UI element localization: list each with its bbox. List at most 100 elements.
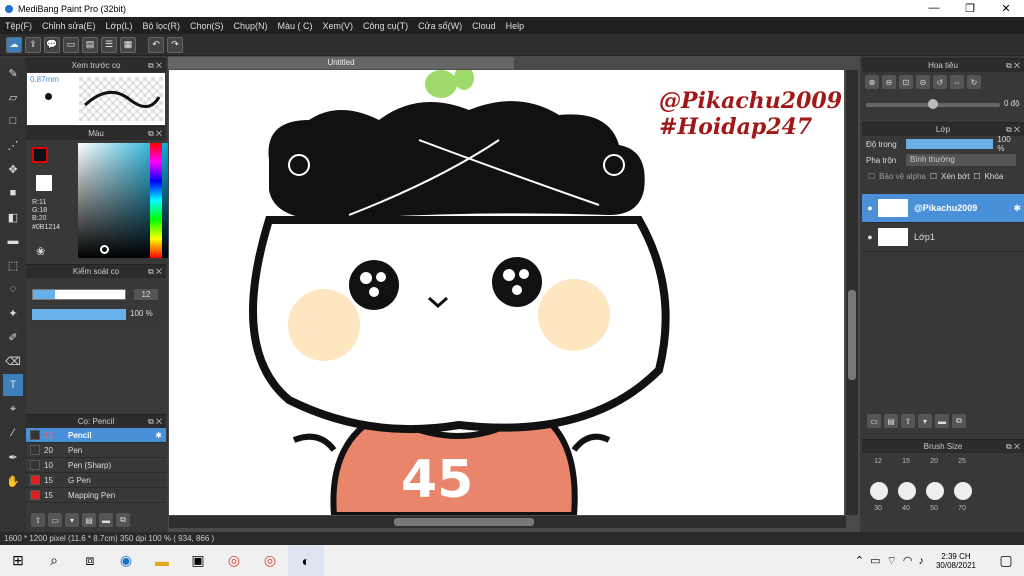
share-icon[interactable]: ⇪ bbox=[25, 36, 41, 53]
brush-size-preset[interactable]: 30 bbox=[864, 505, 892, 529]
palette-icon[interactable]: ❀ bbox=[36, 245, 45, 258]
layer-export-icon[interactable]: ⇪ bbox=[901, 414, 915, 428]
undo-icon[interactable]: ↶ bbox=[148, 36, 164, 53]
gradient-tool-icon[interactable]: ▬ bbox=[3, 230, 23, 252]
gear-icon[interactable]: ✱ bbox=[1013, 203, 1021, 214]
brush-item-g-pen[interactable]: 15 G Pen bbox=[26, 473, 166, 488]
brush-item-pencil[interactable]: 12 Pencil ✱ bbox=[26, 428, 166, 443]
menu-file[interactable]: Tệp(F) bbox=[0, 21, 37, 31]
menu-filter[interactable]: Bộ lọc(R) bbox=[137, 21, 185, 31]
add-brush-icon[interactable]: ⇧ bbox=[31, 513, 45, 527]
dropper-tool-icon[interactable]: ⁄ bbox=[3, 422, 23, 444]
operation-tool-icon[interactable]: ⌖ bbox=[3, 398, 23, 420]
menu-help[interactable]: Help bbox=[501, 21, 530, 31]
chrome-icon[interactable]: ◎ bbox=[216, 545, 252, 576]
brush-size-preset[interactable]: 70 bbox=[948, 505, 976, 529]
layer-opacity-slider[interactable] bbox=[905, 139, 994, 149]
brush-dot-30[interactable] bbox=[870, 482, 888, 500]
layer-row-lop1[interactable]: ● Lớp1 bbox=[862, 223, 1024, 252]
wifi-icon[interactable]: ◠ bbox=[903, 554, 913, 567]
fit-icon[interactable]: ⊡ bbox=[899, 75, 913, 89]
brush-size-preset[interactable]: 40 bbox=[892, 505, 920, 529]
select-eraser-tool-icon[interactable]: ⌫ bbox=[3, 350, 23, 372]
chrome-profile-icon[interactable]: ◎ bbox=[252, 545, 288, 576]
layer-duplicate-icon[interactable]: ⧉ bbox=[952, 414, 966, 428]
edge-icon[interactable]: ◉ bbox=[108, 545, 144, 576]
brush-size-preset[interactable]: 20 bbox=[920, 458, 948, 482]
eye-icon[interactable]: ● bbox=[862, 203, 878, 213]
flip-icon[interactable]: ⇔ bbox=[950, 75, 964, 89]
cloud-icon[interactable]: ☁ bbox=[6, 36, 22, 53]
brush-opacity-slider[interactable] bbox=[32, 309, 126, 320]
brush-dot-50[interactable] bbox=[926, 482, 944, 500]
gear-icon[interactable]: ✱ bbox=[155, 431, 162, 440]
menu-layer[interactable]: Lớp(L) bbox=[101, 21, 138, 31]
zoom-in-icon[interactable]: ⊕ bbox=[865, 75, 879, 89]
zoom-out-icon[interactable]: ⊖ bbox=[882, 75, 896, 89]
pen-tool-icon[interactable]: ✒ bbox=[3, 446, 23, 468]
hue-slider[interactable] bbox=[150, 143, 162, 258]
file-explorer-icon[interactable]: ▬ bbox=[144, 545, 180, 576]
windows-start-icon[interactable]: ⊞ bbox=[0, 545, 36, 576]
new-layer-icon[interactable]: ▭ bbox=[867, 414, 881, 428]
task-view-icon[interactable]: ⧈ bbox=[72, 545, 108, 576]
panel-close-icon[interactable]: ⧉ ✕ bbox=[148, 265, 162, 278]
comment-icon[interactable]: 💬 bbox=[44, 36, 60, 53]
chat-icon[interactable]: ▭ bbox=[63, 36, 79, 53]
secondary-color-swatch[interactable] bbox=[36, 175, 52, 191]
panel-close-icon[interactable]: ⧉ ✕ bbox=[1006, 59, 1020, 72]
drawing-canvas[interactable]: 45 @Pikachu2009 #Hoidap247 bbox=[169, 70, 844, 515]
brush-size-value[interactable]: 12 bbox=[134, 289, 158, 300]
document-icon[interactable]: ▤ bbox=[82, 36, 98, 53]
clock-date[interactable]: 30/08/2021 bbox=[936, 561, 976, 570]
text-tool-icon[interactable]: T bbox=[3, 374, 23, 396]
rotation-slider[interactable] bbox=[866, 99, 1000, 109]
eraser-tool-icon[interactable]: ▱ bbox=[3, 86, 23, 108]
brush-size-preset[interactable]: 15 bbox=[892, 458, 920, 482]
brush-item-mapping-pen[interactable]: 15 Mapping Pen bbox=[26, 488, 166, 503]
layer-row-pikachu[interactable]: ● @Pikachu2009 ✱ bbox=[862, 194, 1024, 223]
protect-alpha-checkbox[interactable]: ☐ bbox=[868, 172, 875, 181]
brush-menu-icon[interactable]: ▾ bbox=[65, 513, 79, 527]
brush-dot-40[interactable] bbox=[898, 482, 916, 500]
new-layer-doc-icon[interactable]: ▤ bbox=[884, 414, 898, 428]
menu-window[interactable]: Cửa sổ(W) bbox=[413, 21, 467, 31]
volume-icon[interactable]: ♪ bbox=[918, 555, 924, 567]
rotate-right-icon[interactable]: ↻ bbox=[967, 75, 981, 89]
close-button[interactable]: ✕ bbox=[988, 2, 1024, 15]
select-rect-tool-icon[interactable]: ⬚ bbox=[3, 254, 23, 276]
magic-wand-tool-icon[interactable]: ✦ bbox=[3, 302, 23, 324]
panel-close-icon[interactable]: ⧉ ✕ bbox=[148, 415, 162, 428]
dot-tool-icon[interactable]: ⋰ bbox=[3, 134, 23, 156]
brush-size-preset[interactable]: 25 bbox=[948, 458, 976, 482]
move-tool-icon[interactable]: ✥ bbox=[3, 158, 23, 180]
blend-mode-select[interactable]: Bình thường bbox=[906, 154, 1016, 166]
fill-shape-tool-icon[interactable]: ■ bbox=[3, 182, 23, 204]
notification-icon[interactable]: ▢ bbox=[988, 545, 1024, 576]
rotate-left-icon[interactable]: ↺ bbox=[933, 75, 947, 89]
clipping-checkbox[interactable]: ☐ bbox=[930, 172, 937, 181]
select-pen-tool-icon[interactable]: ✐ bbox=[3, 326, 23, 348]
panel-close-icon[interactable]: ⧉ ✕ bbox=[148, 59, 162, 72]
battery-icon[interactable]: ▭ bbox=[870, 554, 880, 567]
panel-close-icon[interactable]: ⧉ ✕ bbox=[148, 127, 162, 140]
clock-time[interactable]: 2:39 CH bbox=[941, 552, 970, 561]
grid-icon[interactable]: ▦ bbox=[120, 36, 136, 53]
maximize-button[interactable]: ❐ bbox=[952, 2, 988, 15]
lock-checkbox[interactable]: ☐ bbox=[973, 172, 980, 181]
hand-tool-icon[interactable]: ✋ bbox=[3, 470, 23, 492]
layer-menu-icon[interactable]: ▾ bbox=[918, 414, 932, 428]
menu-color[interactable]: Màu ( C) bbox=[273, 21, 318, 31]
brush-dot-70[interactable] bbox=[954, 482, 972, 500]
layer-folder-icon[interactable]: ▬ bbox=[935, 414, 949, 428]
duplicate-icon[interactable]: ⧉ bbox=[116, 513, 130, 527]
horizontal-scrollbar[interactable] bbox=[169, 516, 846, 528]
list-icon[interactable]: ☰ bbox=[101, 36, 117, 53]
brush-item-pen[interactable]: 20 Pen bbox=[26, 443, 166, 458]
bucket-tool-icon[interactable]: ◧ bbox=[3, 206, 23, 228]
menu-select[interactable]: Chọn(S) bbox=[185, 21, 229, 31]
panel-close-icon[interactable]: ⧉ ✕ bbox=[1006, 440, 1020, 453]
panel-close-icon[interactable]: ⧉ ✕ bbox=[1006, 123, 1020, 136]
redo-icon[interactable]: ↷ bbox=[167, 36, 183, 53]
brush-size-preset[interactable]: 50 bbox=[920, 505, 948, 529]
